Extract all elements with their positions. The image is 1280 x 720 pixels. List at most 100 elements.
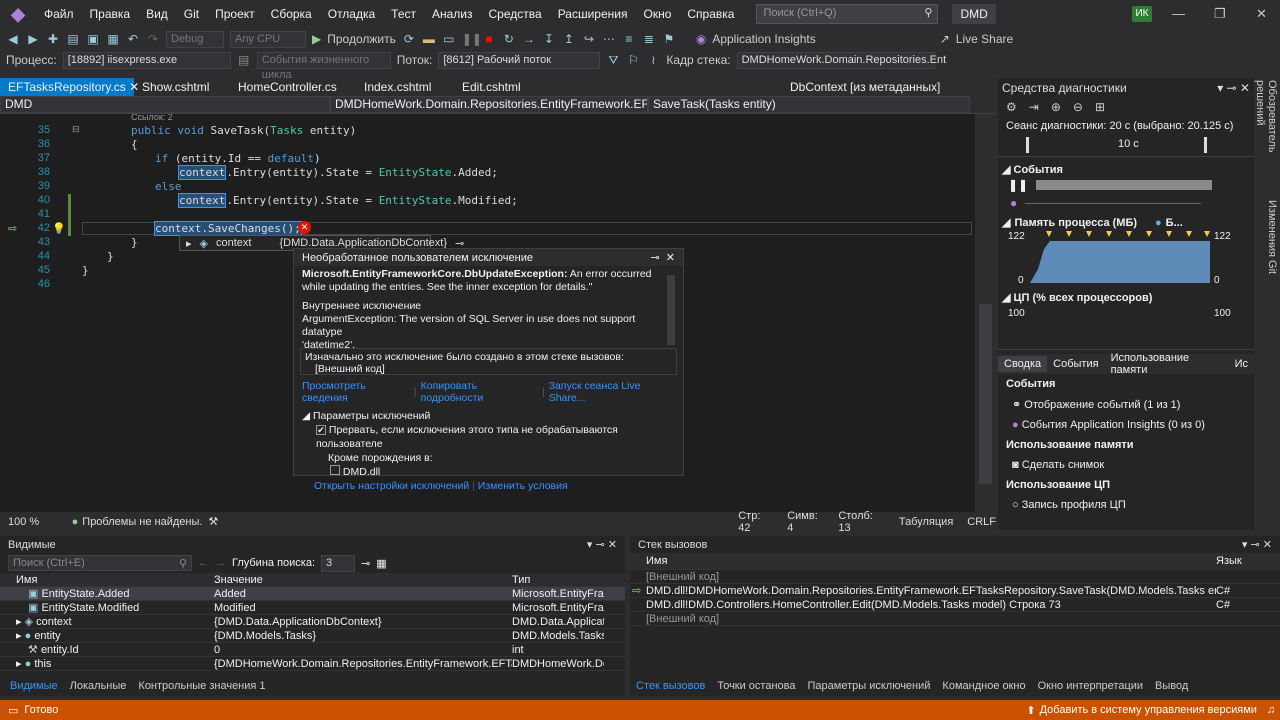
- stop-icon[interactable]: ■: [482, 32, 496, 46]
- change-conditions-link[interactable]: Изменить условия: [478, 480, 568, 492]
- back-icon[interactable]: ◀: [6, 32, 20, 46]
- table-row[interactable]: ⚒ entity.Id 0 int: [0, 643, 625, 657]
- minimize-icon[interactable]: —: [1172, 6, 1185, 21]
- flag-icon[interactable]: ⚐: [626, 53, 640, 67]
- copy-details-link[interactable]: Копировать подробности: [421, 380, 538, 404]
- tab-dbcontext[interactable]: DbContext [из метаданных]: [782, 78, 942, 96]
- code-lens[interactable]: Ссылок: 2: [131, 114, 173, 122]
- table-row[interactable]: DMD.dll!DMD.Controllers.HomeController.E…: [630, 598, 1280, 612]
- table-row[interactable]: ▸ ◈ context {DMD.Data.ApplicationDbContex…: [0, 615, 625, 629]
- tab-summary[interactable]: Сводка: [998, 356, 1048, 372]
- event-display-row[interactable]: ⚭ Отображение событий (1 из 1): [998, 394, 1254, 415]
- menu-build[interactable]: Сборка: [263, 7, 320, 21]
- bookmark-icon[interactable]: ⚑: [662, 32, 676, 46]
- expand-icon[interactable]: ▸: [16, 616, 22, 628]
- tab-watch1[interactable]: Контрольные значения 1: [132, 680, 271, 692]
- scrollbar-thumb[interactable]: [979, 304, 992, 484]
- menu-project[interactable]: Проект: [207, 7, 263, 21]
- collapse-icon[interactable]: ⊟: [72, 124, 80, 135]
- live-share-icon[interactable]: ↗: [940, 32, 950, 46]
- pin-icon[interactable]: ⊸: [650, 252, 659, 264]
- close-icon[interactable]: ✕: [1256, 6, 1267, 22]
- col-type[interactable]: Тип: [512, 574, 530, 586]
- col-lang[interactable]: Язык: [1216, 555, 1242, 567]
- eol-status[interactable]: CRLF: [967, 516, 996, 528]
- col-name[interactable]: Имя: [16, 574, 214, 586]
- tab-cpu[interactable]: Ис: [1229, 356, 1254, 372]
- lifecycle-select[interactable]: События жизненного цикла: [256, 51, 391, 81]
- add-to-vcs-button[interactable]: Добавить в систему управления версиями: [1040, 704, 1257, 716]
- collapse-icon[interactable]: ◢: [302, 410, 310, 422]
- git-changes-tab[interactable]: Изменения Git: [1256, 200, 1278, 280]
- tab-homecontroller[interactable]: HomeController.cs: [230, 78, 356, 96]
- zoom-in-icon[interactable]: ⊕: [1051, 100, 1061, 114]
- save-icon[interactable]: ▣: [86, 32, 100, 46]
- lifecycle-icon[interactable]: ▤: [237, 53, 251, 67]
- panel-controls-icon[interactable]: ▾ ⊸ ✕: [1242, 538, 1272, 551]
- table-row[interactable]: ▸ ● entity {DMD.Models.Tasks} DMD.Models.T…: [0, 629, 625, 643]
- view-details-link[interactable]: Просмотреть сведения: [302, 380, 410, 404]
- autos-search-input[interactable]: Поиск (Ctrl+E) ⚲: [8, 555, 192, 571]
- menu-window[interactable]: Окно: [635, 7, 679, 21]
- breakpoints-icon[interactable]: ⋯: [602, 32, 616, 46]
- col-name[interactable]: Имя: [646, 555, 1216, 567]
- menu-edit[interactable]: Правка: [82, 7, 139, 21]
- continue-icon[interactable]: ▶: [312, 32, 321, 46]
- expand-icon[interactable]: ▸: [16, 658, 22, 670]
- thread-select[interactable]: [8612] Рабочий поток: [438, 51, 601, 69]
- visual-studio-logo-icon[interactable]: ◆: [0, 0, 36, 28]
- pause-icon[interactable]: ❚❚: [462, 32, 482, 46]
- folder-icon[interactable]: ▬: [422, 32, 436, 46]
- tab-show[interactable]: Show.cshtml: [134, 78, 230, 96]
- tab-edit[interactable]: Edit.cshtml: [454, 78, 782, 96]
- lightbulb-icon[interactable]: 💡: [52, 222, 66, 235]
- menu-debug[interactable]: Отладка: [320, 7, 383, 21]
- tab-index[interactable]: Index.cshtml: [356, 78, 454, 96]
- menu-test[interactable]: Тест: [383, 7, 424, 21]
- tab-autos[interactable]: Видимые: [4, 680, 64, 692]
- tab-command-window[interactable]: Командное окно: [936, 680, 1031, 692]
- open-folder-icon[interactable]: ▤: [66, 32, 80, 46]
- config-select[interactable]: Debug: [166, 30, 224, 48]
- cpu-record-row[interactable]: ○ Запись профиля ЦП: [998, 495, 1254, 515]
- process-select[interactable]: [18892] iisexpress.exe: [62, 51, 231, 69]
- snapshot-row[interactable]: ◙ Сделать снимок: [998, 455, 1254, 475]
- type-select[interactable]: DMDHomeWork.Domain.Repositories.EntityFr…: [330, 96, 648, 113]
- brush-icon[interactable]: ⚒: [208, 515, 218, 528]
- pin-icon[interactable]: ⊸: [361, 557, 370, 570]
- table-row[interactable]: ▣ EntityState.Modified Modified Microsoft.…: [0, 601, 625, 615]
- close-exception-icon[interactable]: ✕: [666, 252, 675, 264]
- project-select[interactable]: DMD: [0, 96, 330, 113]
- tab-callstack[interactable]: Стек вызовов: [630, 680, 711, 692]
- maximize-icon[interactable]: ❐: [1214, 6, 1226, 22]
- zoom-level[interactable]: 100 %: [0, 516, 42, 528]
- menu-file[interactable]: Файл: [36, 7, 82, 21]
- solution-explorer-tab[interactable]: Обозреватель решений: [1254, 80, 1278, 190]
- menu-extensions[interactable]: Расширения: [550, 7, 636, 21]
- grid-icon[interactable]: ▦: [376, 557, 386, 570]
- message-scrollbar[interactable]: [667, 275, 675, 345]
- search-input[interactable]: Поиск (Ctrl+Q) ⚲: [756, 4, 939, 24]
- menu-help[interactable]: Справка: [679, 7, 742, 21]
- table-row[interactable]: ⇨ DMD.dll!DMDHomeWork.Domain.Repositories…: [630, 584, 1280, 598]
- member-select[interactable]: SaveTask(Tasks entity): [648, 96, 970, 113]
- search-forward-icon[interactable]: →: [215, 557, 226, 569]
- restart-icon[interactable]: ↻: [502, 32, 516, 46]
- reset-zoom-icon[interactable]: ⊞: [1095, 100, 1105, 114]
- expand-icon[interactable]: ▸: [16, 630, 22, 642]
- app-insights-button[interactable]: Application Insights: [712, 32, 815, 46]
- tab-efrepository[interactable]: EFTasksRepository.cs ✕: [0, 78, 139, 96]
- tab-exception-settings[interactable]: Параметры исключений: [802, 680, 937, 692]
- exception-icon[interactable]: ✕: [298, 221, 311, 234]
- table-row[interactable]: [Внешний код]: [630, 612, 1280, 626]
- step-over-icon[interactable]: →: [522, 32, 536, 46]
- editor-scrollbar[interactable]: [975, 114, 996, 512]
- live-share-button[interactable]: Live Share: [956, 32, 1013, 46]
- undo-icon[interactable]: ↶: [126, 32, 140, 46]
- notifications-icon[interactable]: ♫: [1267, 704, 1275, 716]
- menu-git[interactable]: Git: [176, 7, 207, 21]
- export-icon[interactable]: ⇥: [1029, 100, 1039, 114]
- tab-immediate[interactable]: Окно интерпретации: [1032, 680, 1149, 692]
- app-insights-icon[interactable]: ◉: [696, 32, 706, 46]
- zoom-out-icon[interactable]: ⊖: [1073, 100, 1083, 114]
